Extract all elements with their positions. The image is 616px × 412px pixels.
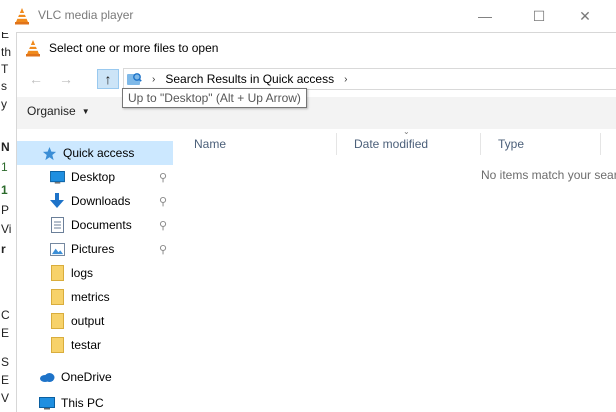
- sidebar-item-label: Pictures: [71, 242, 115, 256]
- folder-icon: [49, 313, 65, 329]
- background-text: Vi: [1, 222, 12, 236]
- column-header-type[interactable]: Type: [481, 133, 601, 155]
- app-title: VLC media player: [38, 8, 134, 22]
- sidebar-item-label: Quick access: [63, 146, 135, 160]
- breadcrumb-separator[interactable]: ›: [344, 74, 347, 85]
- command-toolbar: Organise ▼: [17, 97, 616, 129]
- pc-icon: [39, 395, 55, 411]
- breadcrumb-separator[interactable]: ›: [152, 74, 155, 85]
- dialog-title: Select one or more files to open: [49, 41, 219, 55]
- open-file-dialog: Select one or more files to open ← → ↑ ›…: [16, 32, 616, 412]
- organise-label: Organise: [27, 104, 76, 118]
- sidebar-item-metrics[interactable]: metrics: [49, 285, 173, 309]
- background-text: r: [1, 242, 6, 256]
- chevron-down-icon: ▼: [81, 106, 90, 116]
- background-text: th: [1, 45, 12, 59]
- onedrive-icon: [39, 369, 55, 385]
- sidebar-item-label: metrics: [71, 290, 110, 304]
- organise-menu-button[interactable]: Organise ▼: [27, 104, 90, 118]
- background-text: N: [1, 140, 10, 154]
- sidebar-item-downloads[interactable]: Downloads: [49, 189, 173, 213]
- sidebar-item-label: Desktop: [71, 170, 116, 184]
- sidebar-item-output[interactable]: output: [49, 309, 173, 333]
- sidebar-item-desktop[interactable]: Desktop: [49, 165, 173, 189]
- vlc-titlebar[interactable]: VLC media player — ☐ ✕: [0, 0, 616, 32]
- column-header-date-modified[interactable]: Date modified: [337, 133, 481, 155]
- column-header-size[interactable]: Si: [601, 133, 616, 155]
- background-text: V: [1, 391, 10, 405]
- background-text: 1: [1, 183, 8, 197]
- up-button-tooltip: Up to "Desktop" (Alt + Up Arrow): [122, 88, 307, 108]
- background-text: E: [1, 373, 10, 387]
- background-text: P: [1, 203, 10, 217]
- pin-icon: ⚲: [159, 220, 168, 232]
- column-header-name[interactable]: Name: [177, 133, 337, 155]
- sidebar-item-this-pc[interactable]: This PC: [39, 391, 173, 412]
- background-text: T: [1, 62, 9, 76]
- pin-icon: ⚲: [159, 244, 168, 256]
- sidebar-item-onedrive[interactable]: OneDrive: [39, 365, 173, 389]
- download-icon: [49, 193, 65, 209]
- column-header-row: Name Date modified ⌄ Type Si: [177, 127, 616, 155]
- sidebar-item-testar[interactable]: testar: [49, 333, 173, 357]
- vlc-cone-icon: [26, 40, 40, 57]
- back-button[interactable]: ←: [25, 69, 47, 89]
- folder-icon: [49, 265, 65, 281]
- search-results-icon: [127, 73, 142, 85]
- sidebar-item-label: testar: [71, 338, 102, 352]
- documents-icon: [49, 217, 65, 233]
- sidebar-item-label: output: [71, 314, 105, 328]
- background-text: E: [1, 326, 10, 340]
- sidebar-item-quick-access[interactable]: Quick access: [17, 141, 173, 165]
- sidebar-item-label: OneDrive: [61, 370, 112, 384]
- background-text: S: [1, 355, 10, 369]
- background-text: 1: [1, 160, 8, 174]
- close-button[interactable]: ✕: [562, 0, 608, 32]
- sidebar-item-pictures[interactable]: Pictures: [49, 237, 173, 261]
- address-bar[interactable]: › Search Results in Quick access ›: [123, 68, 616, 90]
- navigation-pane: Quick access Desktop ⚲ Downloads ⚲ Docum…: [17, 129, 175, 412]
- sidebar-item-label: logs: [71, 266, 94, 280]
- sidebar-item-label: Documents: [71, 218, 132, 232]
- folder-icon: [49, 337, 65, 353]
- background-text: y: [1, 97, 7, 111]
- sidebar-item-label: Downloads: [71, 194, 131, 208]
- sidebar-item-label: This PC: [61, 396, 104, 410]
- star-icon: [41, 145, 57, 161]
- navigation-bar: ← → ↑ › Search Results in Quick access ›: [17, 67, 616, 91]
- sidebar-item-documents[interactable]: Documents: [49, 213, 173, 237]
- maximize-button[interactable]: ☐: [516, 0, 562, 32]
- empty-folder-message: No items match your sear: [481, 168, 616, 182]
- forward-button[interactable]: →: [55, 69, 77, 89]
- sidebar-item-logs[interactable]: logs: [49, 261, 173, 285]
- sort-chevron-icon: ⌄: [403, 127, 410, 136]
- pictures-icon: [49, 241, 65, 257]
- background-text: C: [1, 308, 10, 322]
- folder-icon: [49, 289, 65, 305]
- pin-icon: ⚲: [159, 196, 168, 208]
- desktop-icon: [49, 169, 65, 185]
- background-text: s: [1, 79, 7, 93]
- breadcrumb-location[interactable]: Search Results in Quick access: [165, 72, 334, 86]
- minimize-button[interactable]: —: [462, 0, 508, 32]
- vlc-cone-icon: [15, 8, 29, 25]
- pin-icon: ⚲: [159, 172, 168, 184]
- up-button[interactable]: ↑: [97, 69, 119, 89]
- dialog-titlebar[interactable]: Select one or more files to open: [25, 39, 218, 57]
